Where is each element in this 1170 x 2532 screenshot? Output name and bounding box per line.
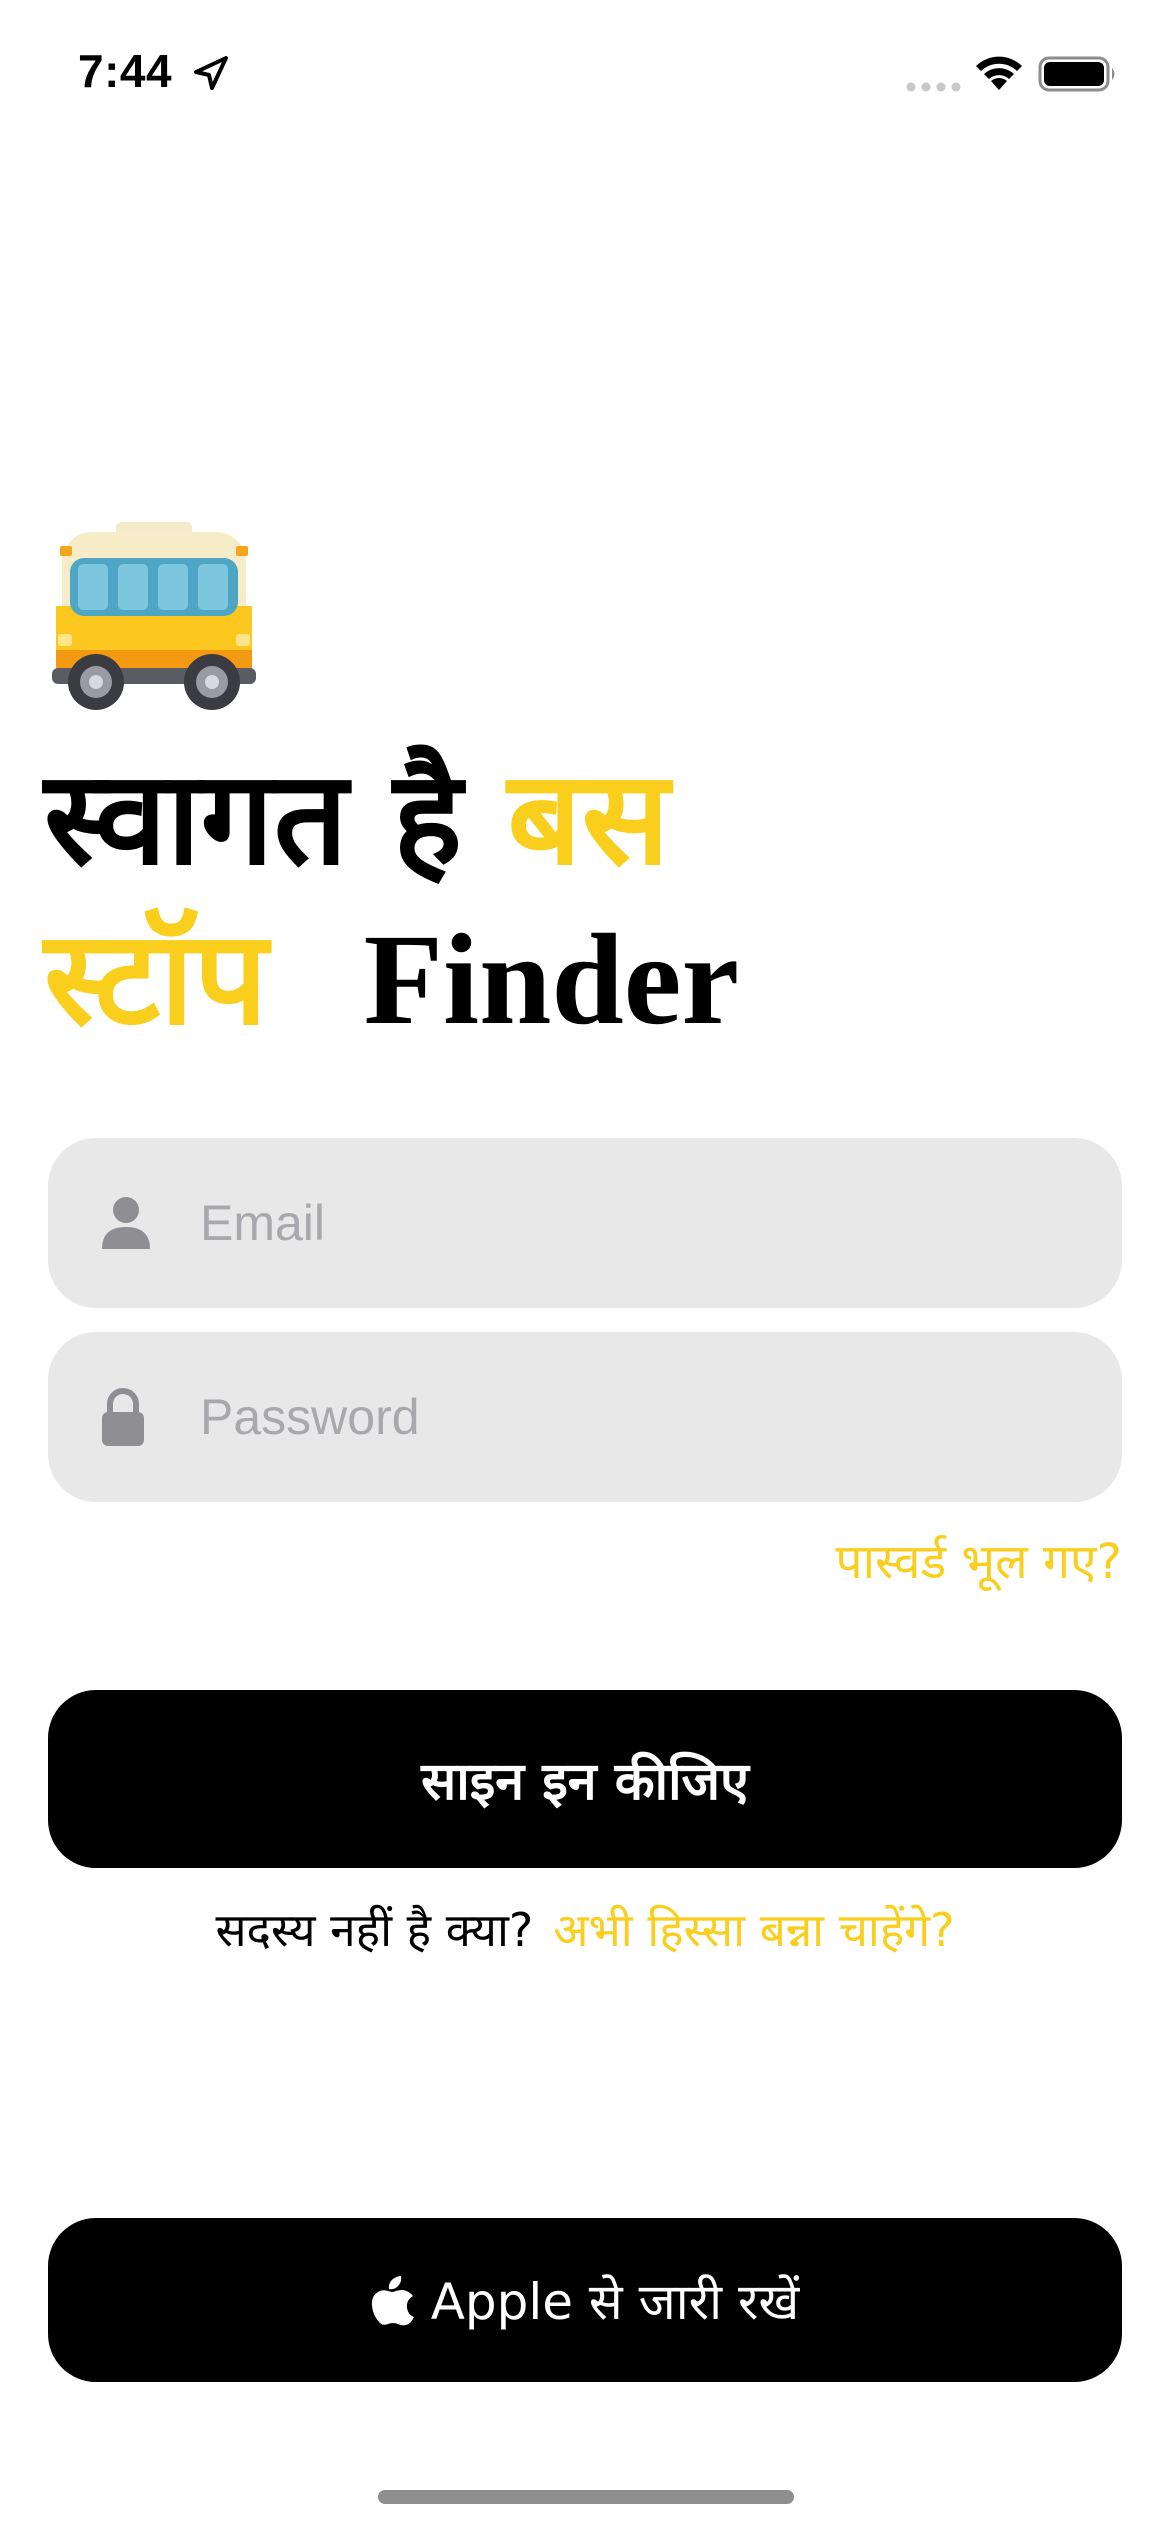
battery-icon <box>1038 56 1115 92</box>
password-field[interactable] <box>48 1332 1122 1502</box>
person-icon <box>102 1197 150 1249</box>
status-time: 7:44 <box>78 45 173 97</box>
apple-logo-icon <box>371 2276 414 2326</box>
cellular-signal-icon <box>906 82 961 92</box>
sign-in-button[interactable]: साइन इन कीजिए <box>48 1690 1122 1868</box>
apple-button-label: Apple से जारी रखें <box>430 2273 800 2331</box>
email-input[interactable] <box>200 1138 1080 1308</box>
wifi-icon <box>976 56 1022 90</box>
location-arrow-icon <box>194 56 228 90</box>
app-name-accent-line2: स्टॉप <box>44 902 268 1054</box>
app-name-finder: Finder <box>363 908 740 1052</box>
welcome-title: स्वागत है बस स्टॉप Finder <box>44 738 1134 1060</box>
signup-link[interactable]: अभी हिस्सा बन्ना चाहेंगे? <box>553 1903 954 1957</box>
home-indicator[interactable] <box>378 2490 794 2504</box>
password-input[interactable] <box>200 1332 1080 1502</box>
signup-question: सदस्य नहीं है क्या? <box>215 1903 534 1957</box>
status-bar: 7:44 <box>0 0 1170 140</box>
email-field[interactable] <box>48 1138 1122 1308</box>
sign-in-label: साइन इन कीजिए <box>421 1751 749 1812</box>
signup-prompt: सदस्य नहीं है क्या? अभी हिस्सा बन्ना चाहे… <box>0 1898 1170 1960</box>
welcome-title-text: स्वागत है <box>44 742 463 894</box>
bus-icon <box>52 522 256 710</box>
app-name-accent-line1: बस <box>507 742 670 894</box>
lock-icon <box>102 1388 144 1446</box>
continue-with-apple-button[interactable]: Apple से जारी रखें <box>48 2218 1122 2382</box>
forgot-password-link[interactable]: पास्वर्ड भूल गए? <box>835 1528 1122 1593</box>
